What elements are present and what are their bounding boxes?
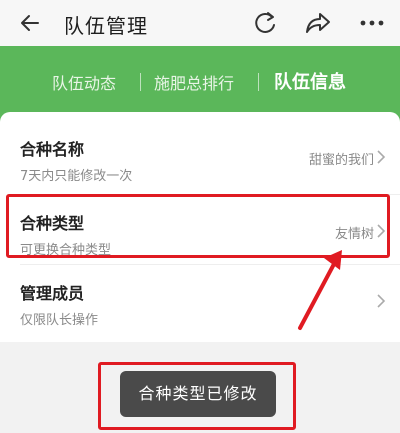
list-item-team-name[interactable]: 合种名称 7天内只能修改一次 甜蜜的我们 [0, 124, 400, 188]
tab-team-activity[interactable]: 队伍动态 [52, 70, 116, 94]
top-bar: 队伍管理 [0, 0, 400, 46]
more-icon[interactable] [357, 8, 387, 38]
toast-message: 合种类型已修改 [120, 371, 276, 417]
arrow-left-icon[interactable] [14, 7, 46, 39]
row-title: 管理成员 [20, 284, 85, 303]
row-title: 合种名称 [20, 140, 85, 159]
chevron-right-icon [377, 294, 386, 308]
tab-team-info[interactable]: 队伍信息 [274, 68, 346, 94]
annotation-arrow-icon [298, 250, 342, 330]
row-subtitle: 仅限队长操作 [20, 313, 99, 328]
chevron-right-icon [377, 150, 386, 164]
tab-fertilize-ranking[interactable]: 施肥总排行 [154, 70, 234, 94]
tab-separator [140, 73, 141, 91]
page-title: 队伍管理 [64, 14, 148, 38]
row-subtitle: 7天内只能修改一次 [20, 169, 133, 184]
row-value: 甜蜜的我们 [308, 153, 374, 168]
share-icon[interactable] [303, 8, 333, 38]
tab-separator [258, 73, 259, 91]
refresh-icon[interactable] [250, 8, 280, 38]
